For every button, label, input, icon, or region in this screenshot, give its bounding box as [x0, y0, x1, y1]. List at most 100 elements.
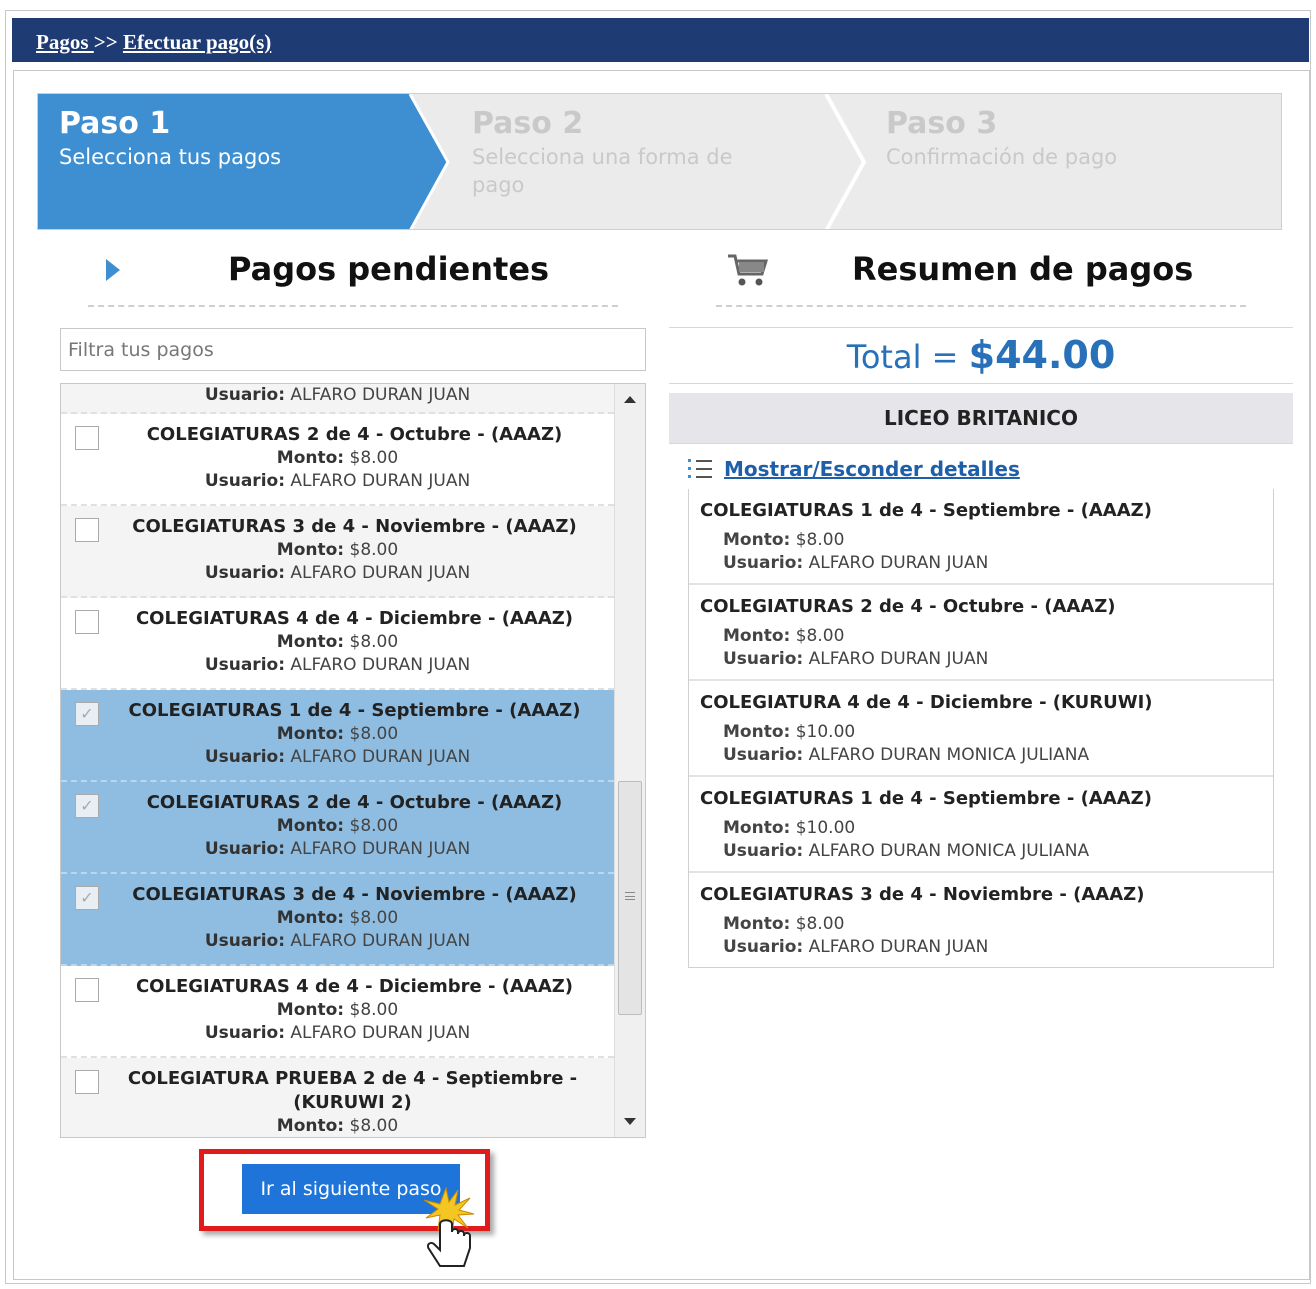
breadcrumb: Pagos >> Efectuar pago(s)	[36, 30, 271, 55]
step-3-desc: Confirmación de pago	[886, 145, 1118, 169]
summary-item-usuario: Usuario: ALFARO DURAN JUAN	[723, 649, 989, 669]
list-item[interactable]: COLEGIATURAS 4 de 4 - Diciembre - (AAAZ)…	[61, 966, 614, 1058]
summary-item-title: COLEGIATURA 4 de 4 - Diciembre - (KURUWI…	[700, 692, 1153, 713]
step-1-desc: Selecciona tus pagos	[59, 145, 282, 169]
step-1: Paso 1 Selecciona tus pagos	[59, 106, 281, 171]
step-1-number: Paso 1	[59, 106, 171, 141]
list-item[interactable]: COLEGIATURAS 3 de 4 - Noviembre - (AAAZ)…	[61, 506, 614, 598]
list-item-partial-user: Usuario: ALFARO DURAN JUAN	[204, 385, 471, 405]
total-label: Total =	[846, 338, 969, 376]
summary-item-usuario: Usuario: ALFARO DURAN JUAN	[723, 937, 989, 957]
summary-item-monto: Monto: $10.00	[723, 722, 856, 742]
toggle-details-link[interactable]: Mostrar/Esconder detalles	[688, 457, 1020, 481]
summary-title-divider	[716, 305, 1246, 307]
summary-item-usuario: Usuario: ALFARO DURAN MONICA JULIANA	[723, 745, 1090, 765]
list-item-title: COLEGIATURAS 1 de 4 - Septiembre - (AAAZ…	[128, 700, 581, 721]
summary-item-monto: Monto: $10.00	[723, 818, 856, 838]
summary-item: COLEGIATURA 4 de 4 - Diciembre - (KURUWI…	[689, 681, 1273, 777]
step-2: Paso 2 Selecciona una forma de pago	[472, 106, 772, 199]
list-icon	[688, 459, 712, 478]
total-value: 44.00	[995, 333, 1116, 377]
step-3-number: Paso 3	[886, 106, 998, 141]
checkbox[interactable]	[75, 978, 99, 1002]
list-item-monto: Monto: $8.00	[276, 724, 399, 744]
breadcrumb-link-efectuar[interactable]: Efectuar pago(s)	[123, 30, 271, 54]
scrollbar[interactable]	[614, 384, 645, 1137]
list-item-selected[interactable]: ✓ COLEGIATURAS 1 de 4 - Septiembre - (AA…	[61, 690, 614, 782]
scrollbar-thumb[interactable]	[618, 781, 642, 1015]
list-item-title: COLEGIATURAS 4 de 4 - Diciembre - (AAAZ)	[135, 976, 574, 997]
summary-item-usuario: Usuario: ALFARO DURAN JUAN	[723, 553, 989, 573]
list-item-monto: Monto: $8.00	[276, 632, 399, 652]
list-item-usuario: Usuario: ALFARO DURAN JUAN	[204, 839, 471, 859]
list-item-monto: Monto: $8.00	[276, 540, 399, 560]
list-item-title: COLEGIATURAS 3 de 4 - Noviembre - (AAAZ)	[132, 516, 577, 537]
summary-item-title: COLEGIATURAS 1 de 4 - Septiembre - (AAAZ…	[700, 788, 1152, 809]
play-arrow-icon	[106, 259, 120, 281]
list-item-title: COLEGIATURA PRUEBA 2 de 4 - Septiembre -…	[127, 1068, 578, 1113]
step-divider-2	[824, 94, 867, 229]
summary-item: COLEGIATURAS 1 de 4 - Septiembre - (AAAZ…	[689, 489, 1273, 585]
filter-input[interactable]: Filtra tus pagos	[60, 328, 646, 371]
step-3: Paso 3 Confirmación de pago	[886, 106, 1117, 171]
list-item-monto: Monto: $8.00	[276, 816, 399, 836]
list-item-usuario: Usuario: ALFARO DURAN JUAN	[204, 655, 471, 675]
summary-item-title: COLEGIATURAS 1 de 4 - Septiembre - (AAAZ…	[700, 500, 1152, 521]
list-item[interactable]: COLEGIATURAS 4 de 4 - Diciembre - (AAAZ)…	[61, 598, 614, 690]
checkbox-checked[interactable]: ✓	[75, 794, 99, 818]
list-item-usuario: Usuario: ALFARO DURAN JUAN	[204, 563, 471, 583]
summary-item-monto: Monto: $8.00	[723, 914, 845, 934]
summary-item: COLEGIATURAS 3 de 4 - Noviembre - (AAAZ)…	[689, 873, 1273, 967]
shopping-cart-icon	[728, 254, 768, 286]
list-item[interactable]: COLEGIATURA PRUEBA 2 de 4 - Septiembre -…	[61, 1058, 614, 1137]
step-2-desc: Selecciona una forma de pago	[472, 145, 733, 197]
list-item-selected[interactable]: ✓ COLEGIATURAS 2 de 4 - Octubre - (AAAZ)…	[61, 782, 614, 874]
step-2-number: Paso 2	[472, 106, 584, 141]
list-item-title: COLEGIATURAS 2 de 4 - Octubre - (AAAZ)	[146, 424, 563, 445]
list-item-monto: Monto: $8.00	[276, 1116, 399, 1136]
summary-item-title: COLEGIATURAS 3 de 4 - Noviembre - (AAAZ)	[700, 884, 1145, 905]
total-bottom-divider	[669, 383, 1293, 384]
scroll-down-icon[interactable]	[624, 1118, 636, 1125]
grip-icon	[625, 892, 635, 900]
summary-title: Resumen de pagos	[852, 250, 1194, 288]
summary-list: COLEGIATURAS 1 de 4 - Septiembre - (AAAZ…	[688, 489, 1274, 968]
list-item[interactable]: COLEGIATURAS 2 de 4 - Octubre - (AAAZ) M…	[61, 414, 614, 506]
checkbox[interactable]	[75, 518, 99, 542]
list-item-title: COLEGIATURAS 3 de 4 - Noviembre - (AAAZ)	[132, 884, 577, 905]
list-item-partial: Usuario: ALFARO DURAN JUAN	[61, 384, 614, 414]
breadcrumb-link-pagos[interactable]: Pagos	[36, 30, 94, 54]
checkbox[interactable]	[75, 426, 99, 450]
pending-list-content: Usuario: ALFARO DURAN JUAN COLEGIATURAS …	[61, 384, 614, 1137]
list-item-usuario: Usuario: ALFARO DURAN JUAN	[204, 1023, 471, 1043]
breadcrumb-separator: >>	[93, 30, 123, 54]
pending-list[interactable]: Usuario: ALFARO DURAN JUAN COLEGIATURAS …	[60, 383, 646, 1138]
total-currency: $	[968, 333, 996, 377]
summary-item-monto: Monto: $8.00	[723, 530, 845, 550]
summary-item: COLEGIATURAS 2 de 4 - Octubre - (AAAZ) M…	[689, 585, 1273, 681]
list-item-usuario: Usuario: ALFARO DURAN JUAN	[204, 471, 471, 491]
pending-title-divider	[88, 305, 618, 307]
list-item-title: COLEGIATURAS 4 de 4 - Diciembre - (AAAZ)	[135, 608, 574, 629]
checkbox-checked[interactable]: ✓	[75, 702, 99, 726]
list-item-monto: Monto: $8.00	[276, 448, 399, 468]
list-item-monto: Monto: $8.00	[276, 1000, 399, 1020]
checkbox[interactable]	[75, 1070, 99, 1094]
list-item-usuario: Usuario: ALFARO DURAN JUAN	[204, 931, 471, 951]
scroll-up-icon[interactable]	[624, 396, 636, 403]
summary-item-monto: Monto: $8.00	[723, 626, 845, 646]
checkbox-checked[interactable]: ✓	[75, 886, 99, 910]
steps-wizard: Paso 1 Selecciona tus pagos Paso 2 Selec…	[37, 93, 1282, 230]
list-item-title: COLEGIATURAS 2 de 4 - Octubre - (AAAZ)	[146, 792, 563, 813]
total-amount: Total = $44.00	[669, 333, 1293, 377]
list-item-selected[interactable]: ✓ COLEGIATURAS 3 de 4 - Noviembre - (AAA…	[61, 874, 614, 966]
total-top-divider	[669, 327, 1293, 328]
toggle-details-label[interactable]: Mostrar/Esconder detalles	[724, 457, 1020, 481]
pointer-hand-icon	[423, 1186, 475, 1267]
summary-item: COLEGIATURAS 1 de 4 - Septiembre - (AAAZ…	[689, 777, 1273, 873]
summary-item-title: COLEGIATURAS 2 de 4 - Octubre - (AAAZ)	[700, 596, 1116, 617]
checkbox[interactable]	[75, 610, 99, 634]
list-item-usuario: Usuario: ALFARO DURAN JUAN	[204, 747, 471, 767]
list-item-monto: Monto: $8.00	[276, 908, 399, 928]
school-name: LICEO BRITANICO	[669, 393, 1293, 444]
